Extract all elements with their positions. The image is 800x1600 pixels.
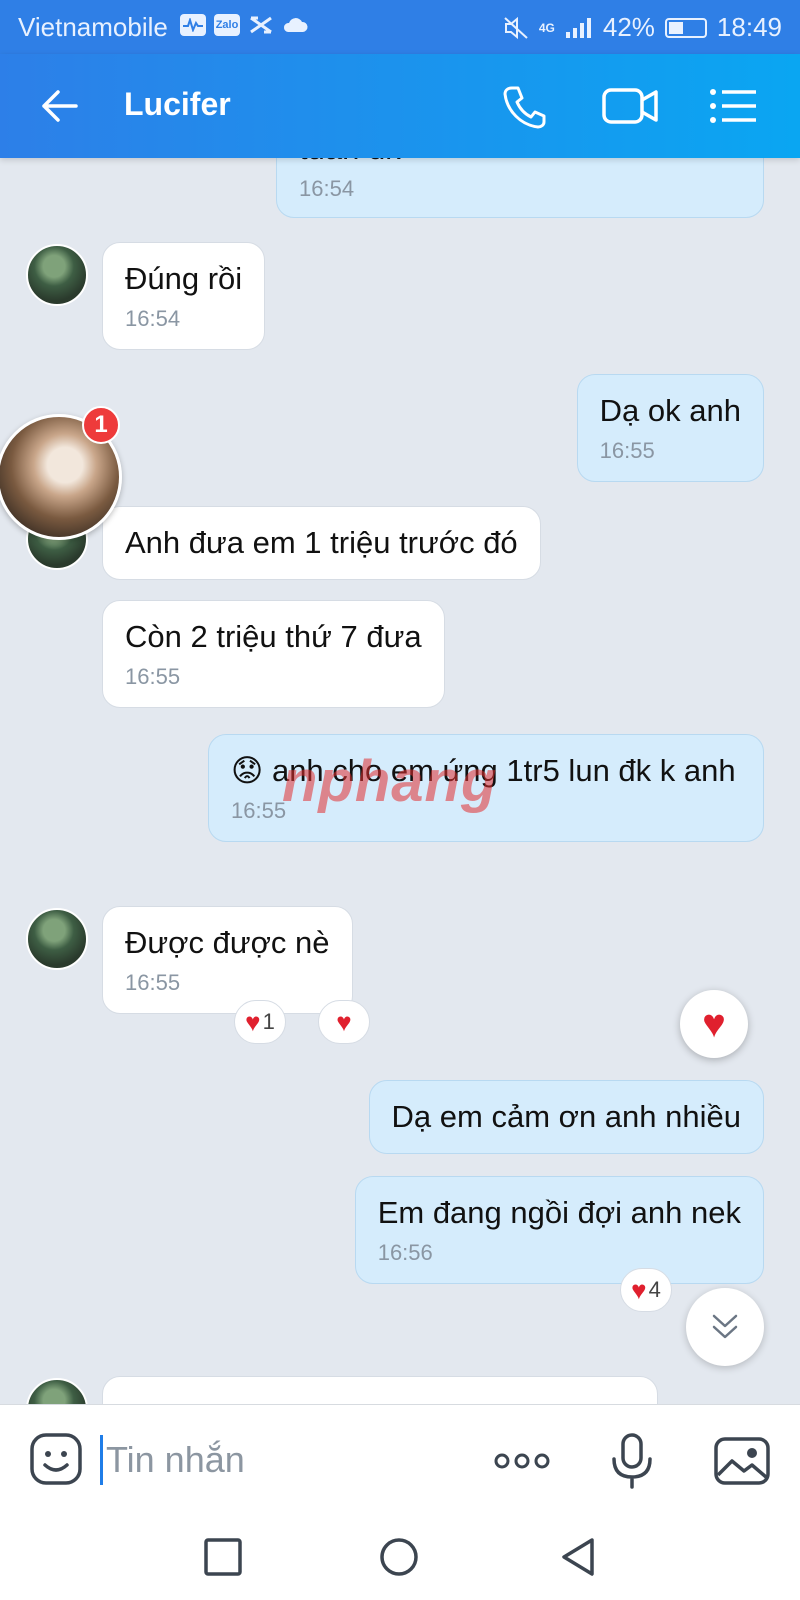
mute-icon [504, 16, 528, 39]
contact-name[interactable]: Lucifer [124, 86, 231, 123]
quick-reaction-button[interactable]: ♥ [680, 990, 748, 1058]
message-text: Dạ ok anh [599, 393, 741, 428]
message-outgoing[interactable]: Em đang ngồi đợi anh nek 16:56 [354, 1176, 764, 1284]
reaction-count: 4 [648, 1277, 661, 1302]
message-incoming[interactable] [102, 1376, 658, 1404]
network-type: 4G [538, 20, 555, 35]
image-icon[interactable] [712, 1431, 772, 1491]
message-incoming[interactable]: Đúng rồi 16:54 [102, 242, 266, 350]
carrier-name: Vietnamobile [18, 12, 168, 42]
message-outgoing[interactable]: Dạ em cảm ơn anh nhiều [368, 1080, 764, 1154]
microphone-icon[interactable] [602, 1431, 662, 1491]
message-text: Còn 2 triệu thứ 7 đưa [125, 619, 422, 654]
status-bar: Vietnamobile Zalo 4G 42% 18:49 [0, 0, 800, 54]
message-list[interactable]: tuần đk 16:54 Đúng rồi 16:54 Dạ ok anh 1… [0, 158, 800, 1404]
cloud-icon [282, 14, 308, 36]
chevrons-down-icon [712, 1314, 738, 1339]
message-composer [0, 1404, 800, 1514]
reaction-summary[interactable]: ♥ 1 [234, 1000, 286, 1044]
battery-percent: 42% [602, 12, 655, 42]
message-outgoing[interactable]: tuần đk 16:54 [276, 158, 764, 218]
menu-icon[interactable] [706, 80, 760, 132]
status-right: 4G 42% 18:49 [503, 12, 782, 43]
message-outgoing[interactable]: 😟 anh cho em ứng 1tr5 lun đk k anh 16:55 [208, 734, 764, 842]
message-input[interactable] [106, 1431, 466, 1489]
emoji-icon[interactable] [28, 1431, 84, 1487]
avatar[interactable] [26, 1378, 88, 1404]
signal-icon [565, 17, 591, 38]
message-time: 16:55 [125, 970, 181, 995]
more-icon[interactable] [490, 1431, 554, 1491]
message-incoming[interactable]: Còn 2 triệu thứ 7 đưa 16:55 [102, 600, 445, 708]
message-time: 16:54 [125, 306, 181, 331]
reaction-count: 1 [262, 1009, 275, 1034]
heart-icon: ♥ [336, 1007, 352, 1037]
worried-face-emoji: 😟 [231, 753, 264, 788]
zalo-icon: Zalo [214, 14, 240, 36]
message-text: tuần đk [299, 158, 401, 166]
message-text: Dạ em cảm ơn anh nhiều [391, 1099, 741, 1134]
heart-icon: ♥ [631, 1275, 647, 1305]
message-outgoing[interactable]: Dạ ok anh 16:55 [576, 374, 764, 482]
message-text: Đúng rồi [125, 261, 243, 296]
status-app-icons: Zalo [180, 14, 308, 36]
message-text: Được được nè [125, 925, 330, 960]
heart-icon: ♥ [245, 1007, 261, 1037]
video-call-icon[interactable] [600, 80, 660, 132]
status-time: 18:49 [716, 12, 782, 42]
avatar[interactable] [26, 908, 88, 970]
message-text: Em đang ngồi đợi anh nek [377, 1195, 741, 1230]
back-triangle-icon[interactable] [556, 1534, 602, 1580]
back-icon[interactable] [36, 82, 84, 130]
message-text: anh cho em ứng 1tr5 lun đk k anh [271, 753, 736, 788]
message-time: 16:55 [231, 798, 287, 823]
battery-icon [664, 17, 707, 38]
message-text: Anh đưa em 1 triệu trước đó [125, 525, 518, 560]
react-heart-button[interactable]: ♥ [318, 1000, 370, 1044]
heart-icon: ♥ [702, 1002, 726, 1046]
scroll-to-bottom-button[interactable] [686, 1288, 764, 1366]
home-icon[interactable] [376, 1534, 422, 1580]
recent-apps-icon[interactable] [200, 1534, 246, 1580]
avatar[interactable] [26, 244, 88, 306]
message-time: 16:55 [599, 438, 655, 463]
unread-badge: 1 [82, 406, 120, 444]
message-time: 16:54 [299, 176, 355, 201]
message-time: 16:56 [377, 1240, 433, 1265]
activity-icon [180, 14, 206, 36]
system-navigation-bar [0, 1514, 800, 1600]
message-incoming[interactable]: Được được nè 16:55 [102, 906, 353, 1014]
message-incoming[interactable]: Anh đưa em 1 triệu trước đó [102, 506, 541, 580]
reaction-summary[interactable]: ♥ 4 [620, 1268, 672, 1312]
capcut-icon [248, 14, 274, 36]
text-cursor [100, 1435, 103, 1485]
message-time: 16:55 [125, 664, 181, 689]
chat-header: Lucifer [0, 54, 800, 158]
phone-icon[interactable] [498, 80, 550, 132]
